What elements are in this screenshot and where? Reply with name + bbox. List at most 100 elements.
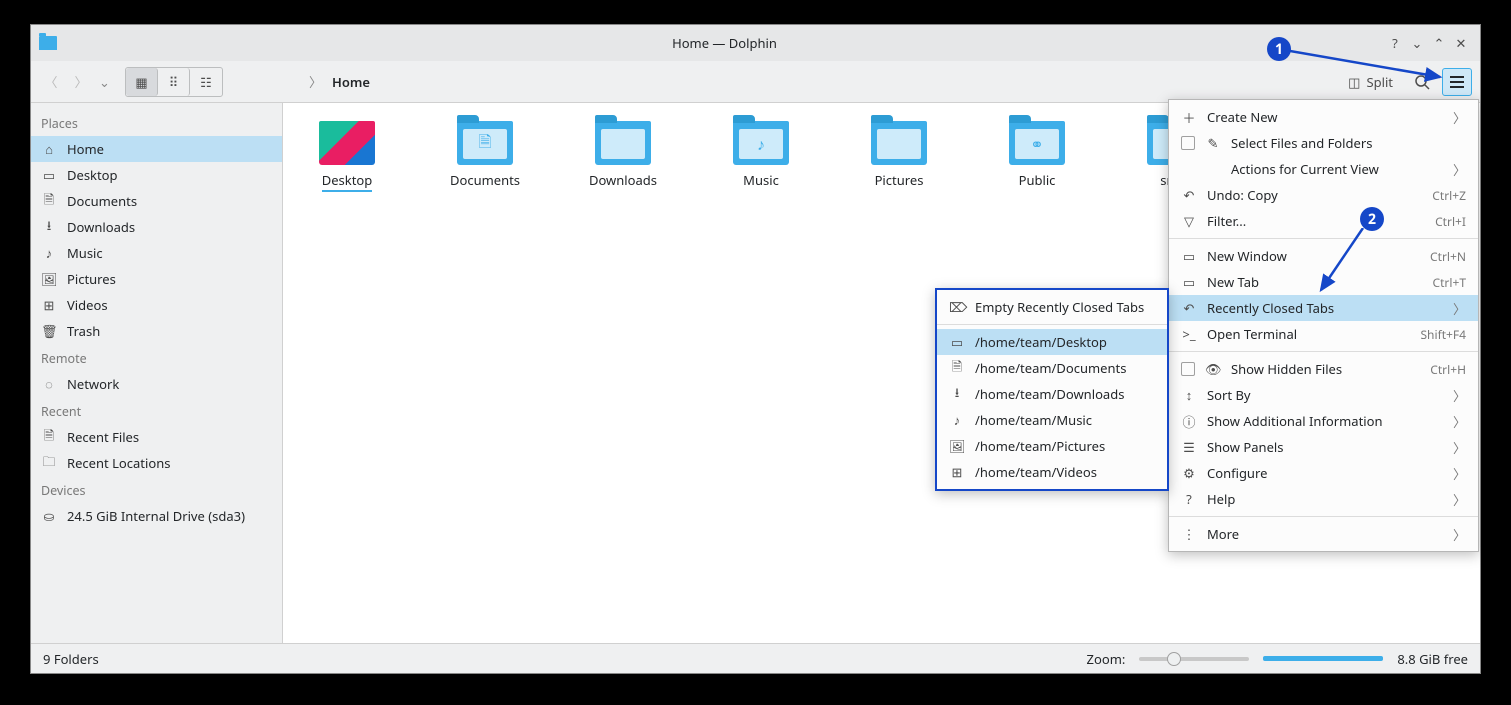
- sidebar-item-pictures[interactable]: 🖼Pictures: [31, 266, 282, 292]
- menu-item-show-additional-information[interactable]: ⓘShow Additional Information〉: [1169, 408, 1478, 434]
- view-mode-group: ▦ ⠿ ☷: [125, 67, 223, 97]
- folder-downloads[interactable]: Downloads: [589, 121, 657, 192]
- menu-item-more[interactable]: ⋮More〉: [1169, 521, 1478, 547]
- folder-icon: [319, 121, 375, 165]
- menu-item-recently-closed-tabs[interactable]: ↶Recently Closed Tabs〉: [1169, 295, 1478, 321]
- menu-item-filter-[interactable]: ▽Filter...Ctrl+I: [1169, 208, 1478, 234]
- chevron-right-icon: 〉: [1453, 438, 1466, 457]
- sidebar-icon: 🖼: [41, 270, 57, 288]
- close-button[interactable]: ✕: [1450, 34, 1472, 52]
- sidebar-item-trash[interactable]: 🗑Trash: [31, 318, 282, 344]
- sidebar-item-label: Recent Files: [67, 428, 139, 446]
- menu-item-empty-recently-closed-tabs[interactable]: ⌦Empty Recently Closed Tabs: [937, 294, 1167, 320]
- free-space-label: 8.8 GiB free: [1397, 650, 1468, 668]
- titlebar: Home — Dolphin ? ⌄ ⌃ ✕: [31, 25, 1480, 61]
- sidebar-item-downloads[interactable]: ⭳Downloads: [31, 214, 282, 240]
- sidebar-item-videos[interactable]: ⊞Videos: [31, 292, 282, 318]
- sidebar-item-label: Videos: [67, 296, 108, 314]
- free-space-bar: [1263, 656, 1383, 661]
- sidebar-item-home[interactable]: ⌂Home: [31, 136, 282, 162]
- menu-item-select-files-and-folders[interactable]: ✎Select Files and Folders: [1169, 130, 1478, 156]
- menu-item-new-tab[interactable]: ▭New TabCtrl+T: [1169, 269, 1478, 295]
- chevron-right-icon: 〉: [1453, 490, 1466, 509]
- menu-item-new-window[interactable]: ▭New WindowCtrl+N: [1169, 243, 1478, 269]
- nav-dropdown[interactable]: ⌄: [99, 73, 109, 91]
- chevron-right-icon: 〉: [1453, 464, 1466, 483]
- menu-icon: 🖼: [949, 437, 965, 455]
- menu-item--home-team-documents[interactable]: 🗎 /home/team/Documents: [937, 355, 1167, 381]
- devices-header: Devices: [31, 476, 282, 503]
- minimize-button[interactable]: ⌄: [1406, 34, 1428, 52]
- sidebar-item-recent-locations[interactable]: 🗀Recent Locations: [31, 450, 282, 476]
- folder-documents[interactable]: 🗎Documents: [451, 121, 519, 192]
- shortcut-label: Ctrl+T: [1432, 274, 1466, 291]
- sidebar-item-recent-files[interactable]: 🗎Recent Files: [31, 424, 282, 450]
- menu-item-open-terminal[interactable]: >_Open TerminalShift+F4: [1169, 321, 1478, 347]
- details-view-button[interactable]: ☷: [190, 68, 222, 96]
- hamburger-menu: ＋ Create New 〉 ✎Select Files and FoldersAct…: [1168, 99, 1479, 552]
- menu-icon: ▽: [1181, 212, 1197, 230]
- search-button[interactable]: [1408, 68, 1436, 96]
- recently-closed-tabs-submenu: ⌦Empty Recently Closed Tabs ▭/home/team/D…: [935, 288, 1169, 491]
- sidebar-icon: ◌: [41, 375, 57, 393]
- breadcrumb-home[interactable]: Home: [332, 73, 370, 91]
- menu-item-show-panels[interactable]: ☰Show Panels〉: [1169, 434, 1478, 460]
- menu-item-actions-for-current-view[interactable]: Actions for Current View〉: [1169, 156, 1478, 182]
- sidebar-icon: 🗑: [41, 322, 57, 340]
- folder-music[interactable]: ♪ Music: [727, 121, 795, 192]
- zoom-slider[interactable]: [1139, 657, 1249, 661]
- back-button[interactable]: 〈: [39, 68, 63, 96]
- menu-item-label: /home/team/Downloads: [975, 385, 1155, 403]
- chevron-right-icon: 〉: [1453, 299, 1466, 318]
- menu-icon: ♪: [949, 411, 965, 429]
- menu-item-show-hidden-files[interactable]: 👁Show Hidden FilesCtrl+H: [1169, 356, 1478, 382]
- folder-icon: ⚭: [1009, 121, 1065, 165]
- breadcrumb[interactable]: 〉 Home: [229, 72, 1333, 91]
- forward-button[interactable]: 〉: [69, 68, 93, 96]
- shortcut-label: Ctrl+H: [1430, 361, 1466, 378]
- folder-icon: ♪: [733, 121, 789, 165]
- menu-item-label: /home/team/Pictures: [975, 437, 1155, 455]
- maximize-button[interactable]: ⌃: [1428, 34, 1450, 52]
- folder-pictures[interactable]: Pictures: [865, 121, 933, 192]
- sidebar-item-desktop[interactable]: ▭Desktop: [31, 162, 282, 188]
- sidebar-item-label: Network: [67, 375, 119, 393]
- menu-item-label: Create New: [1207, 108, 1443, 126]
- menu-item--home-team-music[interactable]: ♪/home/team/Music: [937, 407, 1167, 433]
- menu-icon: ⋮: [1181, 525, 1197, 543]
- menu-item-label: /home/team/Documents: [975, 359, 1155, 377]
- folder-label: Music: [743, 171, 779, 189]
- menu-item-configure[interactable]: ⚙Configure〉: [1169, 460, 1478, 486]
- menu-item-undo-copy[interactable]: ↶Undo: CopyCtrl+Z: [1169, 182, 1478, 208]
- folder-label: Pictures: [875, 171, 924, 189]
- chevron-right-icon: 〉: [1453, 412, 1466, 431]
- split-button[interactable]: ◫ Split: [1339, 68, 1402, 96]
- sidebar-item-24-5-gib-internal-drive-sda3-[interactable]: ⛀24.5 GiB Internal Drive (sda3): [31, 503, 282, 529]
- icons-view-button[interactable]: ▦: [126, 68, 158, 96]
- sidebar-item-music[interactable]: ♪Music: [31, 240, 282, 266]
- menu-item-create-new[interactable]: ＋Create New〉: [1169, 104, 1478, 130]
- folder-desktop[interactable]: Desktop: [313, 121, 381, 192]
- menu-item--home-team-pictures[interactable]: 🖼 /home/team/Pictures: [937, 433, 1167, 459]
- compact-view-button[interactable]: ⠿: [158, 68, 190, 96]
- menu-item-help[interactable]: ?Help〉: [1169, 486, 1478, 512]
- help-button[interactable]: ?: [1384, 34, 1406, 52]
- sidebar-item-label: 24.5 GiB Internal Drive (sda3): [67, 507, 245, 525]
- toolbar: 〈 〉 ⌄ ▦ ⠿ ☷ 〉 Home ◫ Split: [31, 61, 1480, 103]
- folder-public[interactable]: ⚭Public: [1003, 121, 1071, 192]
- menu-item-label: Sort By: [1207, 386, 1443, 404]
- menu-item--home-team-videos[interactable]: ⊞/home/team/Videos: [937, 459, 1167, 485]
- menu-icon: 🗎: [949, 357, 965, 380]
- chevron-right-icon: 〉: [1453, 160, 1466, 179]
- menu-item--home-team-desktop[interactable]: ▭/home/team/Desktop: [937, 329, 1167, 355]
- menu-separator: [1169, 351, 1478, 352]
- sidebar-icon: ♪: [41, 244, 57, 262]
- split-label: Split: [1366, 73, 1393, 91]
- sidebar-item-documents[interactable]: 🗎Documents: [31, 188, 282, 214]
- menu-item--home-team-downloads[interactable]: ⭳/home/team/Downloads: [937, 381, 1167, 407]
- menu-icon: ↶: [1181, 299, 1197, 317]
- menu-icon: ＋: [1181, 108, 1197, 127]
- menu-item-sort-by[interactable]: ↕Sort By〉: [1169, 382, 1478, 408]
- hamburger-menu-button[interactable]: [1442, 68, 1472, 96]
- sidebar-item-network[interactable]: ◌ Network: [31, 371, 282, 397]
